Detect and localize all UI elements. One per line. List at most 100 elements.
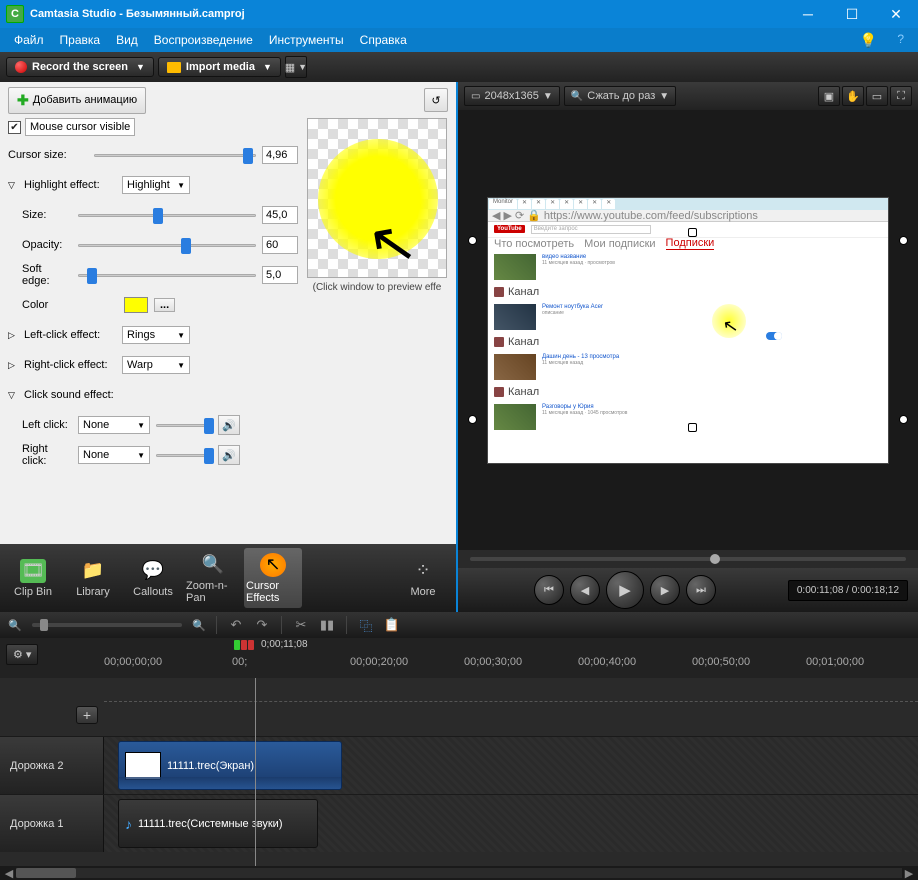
- resize-handle[interactable]: [468, 415, 477, 424]
- clip-thumbnail: [125, 752, 161, 780]
- timeline-ruler[interactable]: ⚙ ▾ 0;00;11;08 00;00;00;00 00; 00;00;20;…: [0, 638, 918, 678]
- paste-button[interactable]: 📋: [381, 615, 403, 635]
- hint-icon[interactable]: 💡: [852, 32, 885, 49]
- timeline-scrollbar[interactable]: ◀▶: [0, 866, 918, 880]
- leftclick-sound-dropdown[interactable]: None▼: [78, 416, 150, 434]
- record-button[interactable]: Record the screen▼: [6, 57, 154, 77]
- close-button[interactable]: ✕: [874, 0, 918, 28]
- cursor-effects-panel: ✚ Добавить анимацию ↺ ✔ Mouse cursor vis…: [0, 82, 456, 612]
- expand-highlight-icon[interactable]: ▽: [8, 180, 18, 191]
- softedge-label: Soft edge:: [8, 263, 72, 287]
- shrink-button[interactable]: 🔍 Сжать до раз ▼: [564, 86, 676, 106]
- view-button[interactable]: ▭: [866, 86, 888, 106]
- rightclick-effect-label: Right-click effect:: [24, 359, 116, 371]
- tab-library[interactable]: 📁Library: [64, 548, 122, 608]
- dimensions-button[interactable]: ▭ 2048x1365 ▼: [464, 86, 560, 106]
- menu-file[interactable]: Файл: [6, 28, 52, 52]
- produce-button[interactable]: ▦▼: [285, 56, 307, 78]
- redo-button[interactable]: ↷: [251, 615, 273, 635]
- preview-canvas[interactable]: Monitor✕✕✕✕✕✕✕ ◀▶⟳🔒 https://www.youtube.…: [458, 110, 918, 550]
- clip-video[interactable]: 11111.trec(Экран): [118, 741, 342, 790]
- resize-handle[interactable]: [468, 236, 477, 245]
- plus-icon: ✚: [17, 92, 29, 109]
- playhead[interactable]: [255, 678, 256, 866]
- leftclick-effect-label: Left-click effect:: [24, 329, 116, 341]
- undo-button[interactable]: ↶: [225, 615, 247, 635]
- resize-handle[interactable]: [688, 228, 697, 237]
- highlight-dropdown[interactable]: Highlight▼: [122, 176, 190, 194]
- preview-pane: ▭ 2048x1365 ▼ 🔍 Сжать до раз ▼ ▣ ✋ ▭ ⛶ M…: [456, 82, 918, 612]
- clip-audio[interactable]: ♪ 11111.trec(Системные звуки): [118, 799, 318, 848]
- pan-button[interactable]: ✋: [842, 86, 864, 106]
- resize-handle[interactable]: [899, 415, 908, 424]
- play-button[interactable]: ▶: [606, 571, 644, 609]
- scrub-bar[interactable]: [458, 550, 918, 568]
- expand-sound-icon[interactable]: ▽: [8, 390, 18, 401]
- timeline: 🔍 🔍 ↶ ↷ ✂ ▮▮ ⿻ 📋 ⚙ ▾ 0;00;11;08 00;00;00…: [0, 612, 918, 880]
- highlight-label: Highlight effect:: [24, 179, 116, 191]
- softedge-slider[interactable]: [78, 267, 256, 283]
- audio-icon: ♪: [125, 816, 132, 832]
- zoom-slider[interactable]: [32, 623, 182, 627]
- cursor-size-slider[interactable]: [94, 147, 256, 163]
- reset-button[interactable]: ↺: [424, 88, 448, 112]
- prev-frame-button[interactable]: ⏮: [534, 575, 564, 605]
- leftclick-effect-dropdown[interactable]: Rings▼: [122, 326, 190, 344]
- step-back-button[interactable]: ◀: [570, 575, 600, 605]
- opacity-label: Opacity:: [8, 239, 72, 251]
- opacity-slider[interactable]: [78, 237, 256, 253]
- leftclick-sound-label: Left click:: [8, 419, 72, 431]
- zoom-out-button[interactable]: 🔍: [6, 617, 24, 633]
- add-track-button[interactable]: +: [76, 706, 98, 724]
- step-fwd-button[interactable]: ▶: [650, 575, 680, 605]
- track-options-button[interactable]: ⚙ ▾: [6, 644, 38, 665]
- menu-edit[interactable]: Правка: [52, 28, 109, 52]
- mouse-visible-checkbox[interactable]: ✔: [8, 121, 21, 134]
- softedge-value[interactable]: 5,0: [262, 266, 298, 284]
- fullscreen-button[interactable]: ⛶: [890, 86, 912, 106]
- expand-rightclick-icon[interactable]: ▷: [8, 360, 18, 371]
- menu-tools[interactable]: Инструменты: [261, 28, 352, 52]
- menu-view[interactable]: Вид: [108, 28, 146, 52]
- split-button[interactable]: ▮▮: [316, 615, 338, 635]
- rightclick-volume-slider[interactable]: [156, 447, 212, 463]
- playhead-time: 0;00;11;08: [258, 638, 311, 651]
- track-1-header[interactable]: Дорожка 1: [0, 795, 104, 852]
- color-picker-button[interactable]: ...: [154, 298, 175, 312]
- maximize-button[interactable]: ☐: [830, 0, 874, 28]
- cut-button[interactable]: ✂: [290, 615, 312, 635]
- zoom-in-button[interactable]: 🔍: [190, 617, 208, 633]
- cursor-size-value[interactable]: 4,96: [262, 146, 298, 164]
- menu-play[interactable]: Воспроизведение: [146, 28, 261, 52]
- menu-help[interactable]: Справка: [352, 28, 415, 52]
- import-button[interactable]: Import media▼: [158, 57, 281, 77]
- resize-handle[interactable]: [899, 236, 908, 245]
- rightclick-play-button[interactable]: 🔊: [218, 445, 240, 465]
- resize-handle[interactable]: [688, 423, 697, 432]
- leftclick-play-button[interactable]: 🔊: [218, 415, 240, 435]
- crop-button[interactable]: ▣: [818, 86, 840, 106]
- copy-button[interactable]: ⿻: [355, 615, 377, 635]
- size-slider[interactable]: [78, 207, 256, 223]
- cursor-preview[interactable]: ↖ (Click window to preview effe: [306, 118, 448, 536]
- tab-zoom[interactable]: 🔍Zoom-n-Pan: [184, 548, 242, 608]
- track-1: Дорожка 1 ♪ 11111.trec(Системные звуки): [0, 794, 918, 852]
- color-swatch[interactable]: [124, 297, 148, 313]
- rightclick-effect-dropdown[interactable]: Warp▼: [122, 356, 190, 374]
- help-icon[interactable]: ?: [889, 32, 912, 46]
- opacity-value[interactable]: 60: [262, 236, 298, 254]
- tab-cursor-effects[interactable]: ↖Cursor Effects: [244, 548, 302, 608]
- size-value[interactable]: 45,0: [262, 206, 298, 224]
- track-2-header[interactable]: Дорожка 2: [0, 737, 104, 794]
- add-animation-button[interactable]: ✚ Добавить анимацию: [8, 87, 146, 114]
- size-label: Size:: [8, 209, 72, 221]
- tab-clipbin[interactable]: 🎞Clip Bin: [4, 548, 62, 608]
- expand-leftclick-icon[interactable]: ▷: [8, 330, 18, 341]
- leftclick-volume-slider[interactable]: [156, 417, 212, 433]
- media-tabs: 🎞Clip Bin 📁Library 💬Callouts 🔍Zoom-n-Pan…: [0, 544, 456, 612]
- tab-callouts[interactable]: 💬Callouts: [124, 548, 182, 608]
- rightclick-sound-dropdown[interactable]: None▼: [78, 446, 150, 464]
- next-frame-button[interactable]: ⏭: [686, 575, 716, 605]
- minimize-button[interactable]: ─: [786, 0, 830, 28]
- tab-more[interactable]: ⁘More: [394, 548, 452, 608]
